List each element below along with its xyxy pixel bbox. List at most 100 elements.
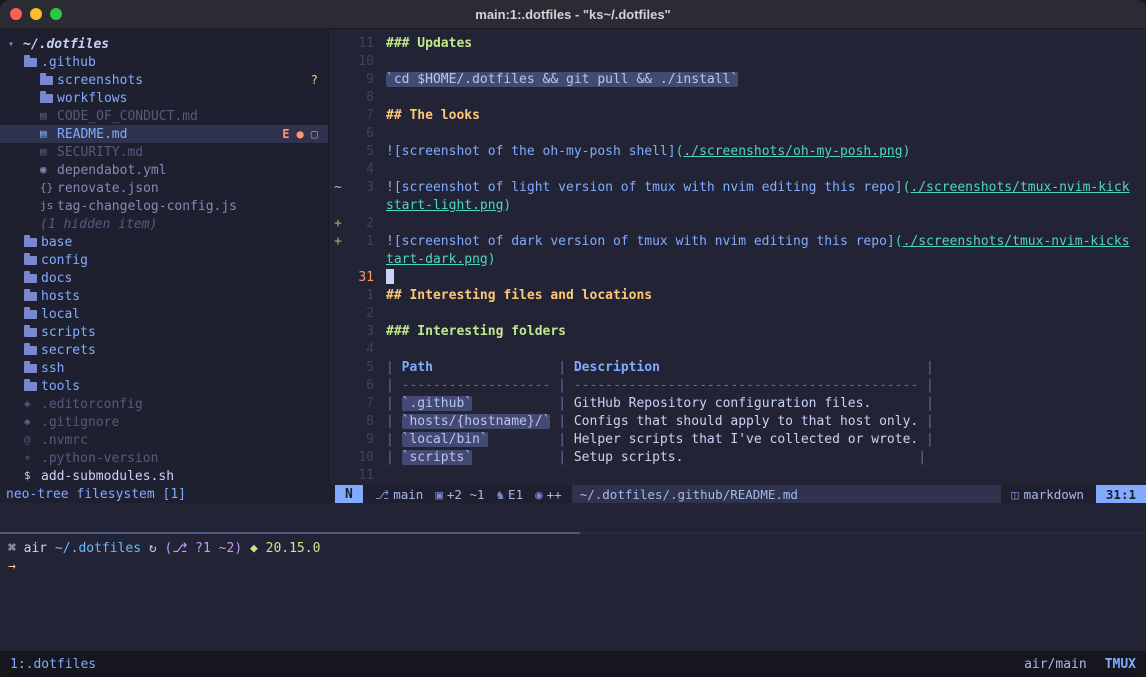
gitsign-column <box>329 305 348 323</box>
gitsign-column <box>329 143 348 161</box>
tree-item-label: local <box>41 307 80 322</box>
tree-item-label: SECURITY.md <box>57 145 143 160</box>
line-text <box>374 161 386 179</box>
dot-file-icon: ◉ <box>40 161 57 179</box>
gitsign-column <box>329 431 348 449</box>
tree-item-label: ~/.dotfiles <box>23 37 109 52</box>
editor-line[interactable]: 31 <box>329 269 1146 287</box>
at-file-icon: @ <box>24 431 41 449</box>
tmux-label: TMUX <box>1105 657 1136 672</box>
tree-item-.python-version[interactable]: ∗.python-version <box>0 449 328 467</box>
tree-item-scripts[interactable]: scripts <box>0 323 328 341</box>
git-file-icon: ◆ <box>24 413 41 431</box>
folder-icon <box>40 94 57 103</box>
line-text: ![screenshot of light version of tmux wi… <box>374 179 1130 197</box>
tree-item-dependabot.yml[interactable]: ◉dependabot.yml <box>0 161 328 179</box>
tree-item-config[interactable]: config <box>0 251 328 269</box>
tmux-window-label[interactable]: 1:.dotfiles <box>10 657 96 672</box>
tmux-status-right: air/main TMUX <box>1024 657 1136 672</box>
tree-item-screenshots[interactable]: screenshots? <box>0 71 328 89</box>
git-status-badges: E●▢ <box>282 127 328 141</box>
editor-line[interactable]: 5![screenshot of the oh-my-posh shell](.… <box>329 143 1146 161</box>
tree-item-label: dependabot.yml <box>57 163 167 178</box>
gitsign-column: ~ <box>329 179 348 197</box>
editor-line[interactable]: 10| `scripts` | Setup scripts. | <box>329 449 1146 467</box>
expander-icon[interactable]: ▾ <box>8 39 23 50</box>
traffic-lights <box>0 8 62 20</box>
tree-item-local[interactable]: local <box>0 305 328 323</box>
editor-line[interactable]: start-light.png) <box>329 197 1146 215</box>
editor-line[interactable]: 4 <box>329 341 1146 359</box>
tree-item-docs[interactable]: docs <box>0 269 328 287</box>
zoom-button[interactable] <box>50 8 62 20</box>
editor-line[interactable]: 3### Interesting folders <box>329 323 1146 341</box>
folder-icon <box>24 274 41 283</box>
tree-item-add-submodules.sh[interactable]: $add-submodules.sh <box>0 467 328 485</box>
tree-item-hosts[interactable]: hosts <box>0 287 328 305</box>
tmux-status-bar: 1:.dotfiles air/main TMUX <box>0 651 1146 677</box>
line-number: 3 <box>348 323 374 341</box>
line-text <box>374 215 386 233</box>
editor-line[interactable]: 11### Updates <box>329 35 1146 53</box>
tree-item-secrets[interactable]: secrets <box>0 341 328 359</box>
editor-line[interactable]: 7## The looks <box>329 107 1146 125</box>
line-number: 6 <box>348 125 374 143</box>
editor-line[interactable]: 1## Interesting files and locations <box>329 287 1146 305</box>
editor-line[interactable]: 6 <box>329 125 1146 143</box>
tree-item-ssh[interactable]: ssh <box>0 359 328 377</box>
tree-item-renovate.json[interactable]: {}renovate.json <box>0 179 328 197</box>
window-title: main:1:.dotfiles - "ks~/.dotfiles" <box>0 7 1146 22</box>
tree-item-workflows[interactable]: workflows <box>0 89 328 107</box>
tree-item-label: base <box>41 235 72 250</box>
editor-line[interactable]: 6| ------------------- | ---------------… <box>329 377 1146 395</box>
editor-line[interactable]: +2 <box>329 215 1146 233</box>
line-text: | `hosts/{hostname}/` | Configs that sho… <box>374 413 934 431</box>
gitsign-column <box>329 125 348 143</box>
folder-icon <box>24 328 41 337</box>
tree-item-label: .editorconfig <box>41 397 143 412</box>
editor-line[interactable]: 8| `hosts/{hostname}/` | Configs that sh… <box>329 413 1146 431</box>
editor-line[interactable]: tart-dark.png) <box>329 251 1146 269</box>
editor-line[interactable]: 9| `local/bin` | Helper scripts that I'v… <box>329 431 1146 449</box>
tree-item-tag-changelog-config.js[interactable]: jstag-changelog-config.js <box>0 197 328 215</box>
editor-pane[interactable]: 11### Updates109`cd $HOME/.dotfiles && g… <box>329 29 1146 485</box>
statusline-git-diff: ▣+2 ~1 <box>435 487 484 502</box>
tree-item-.editorconfig[interactable]: ◈.editorconfig <box>0 395 328 413</box>
editor-line[interactable]: 8 <box>329 89 1146 107</box>
editor-line[interactable]: 5| Path | Description | <box>329 359 1146 377</box>
editor-line[interactable]: ~3![screenshot of light version of tmux … <box>329 179 1146 197</box>
tree-item-base[interactable]: base <box>0 233 328 251</box>
tree-item-.gitignore[interactable]: ◆.gitignore <box>0 413 328 431</box>
line-text: tart-dark.png) <box>374 251 496 269</box>
editor-line[interactable]: +1![screenshot of dark version of tmux w… <box>329 233 1146 251</box>
tree-item-security.md[interactable]: ▤SECURITY.md <box>0 143 328 161</box>
star-file-icon: ∗ <box>24 449 41 467</box>
editor-line[interactable]: 4 <box>329 161 1146 179</box>
editor-line[interactable]: 11 <box>329 467 1146 485</box>
tree-item-label: screenshots <box>57 73 143 88</box>
gitsign-column <box>329 449 348 467</box>
md-file-icon: ▤ <box>40 107 57 125</box>
diagnostics-icon: ♞ <box>497 487 505 502</box>
shell-pane[interactable]: ⌘ air ~/.dotfiles ↻ (⎇ ?1 ~2) ◆ 20.15.0 … <box>0 534 1146 651</box>
gear-file-icon: ◈ <box>24 395 41 413</box>
line-number: 1 <box>348 233 374 251</box>
tree-item-.github[interactable]: .github <box>0 53 328 71</box>
line-number: 7 <box>348 107 374 125</box>
editor-line[interactable]: 9`cd $HOME/.dotfiles && git pull && ./in… <box>329 71 1146 89</box>
tree-item-tools[interactable]: tools <box>0 377 328 395</box>
tree-item-code-of-conduct.md[interactable]: ▤CODE_OF_CONDUCT.md <box>0 107 328 125</box>
editor-line[interactable]: 7| `.github` | GitHub Repository configu… <box>329 395 1146 413</box>
terminal-window: main:1:.dotfiles - "ks~/.dotfiles" ▾~/.d… <box>0 0 1146 677</box>
tree-item--1-hidden-item-[interactable]: (1 hidden item) <box>0 215 328 233</box>
editor-line[interactable]: 10 <box>329 53 1146 71</box>
line-number: 1 <box>348 287 374 305</box>
line-text: | `scripts` | Setup scripts. | <box>374 449 926 467</box>
editor-line[interactable]: 2 <box>329 305 1146 323</box>
minimize-button[interactable] <box>30 8 42 20</box>
tree-item-readme.md[interactable]: ▤README.mdE●▢ <box>0 125 328 143</box>
tree-item--.dotfiles[interactable]: ▾~/.dotfiles <box>0 35 328 53</box>
shell-prompt-line: ⌘ air ~/.dotfiles ↻ (⎇ ?1 ~2) ◆ 20.15.0 <box>8 540 1138 558</box>
tree-item-.nvmrc[interactable]: @.nvmrc <box>0 431 328 449</box>
close-button[interactable] <box>10 8 22 20</box>
